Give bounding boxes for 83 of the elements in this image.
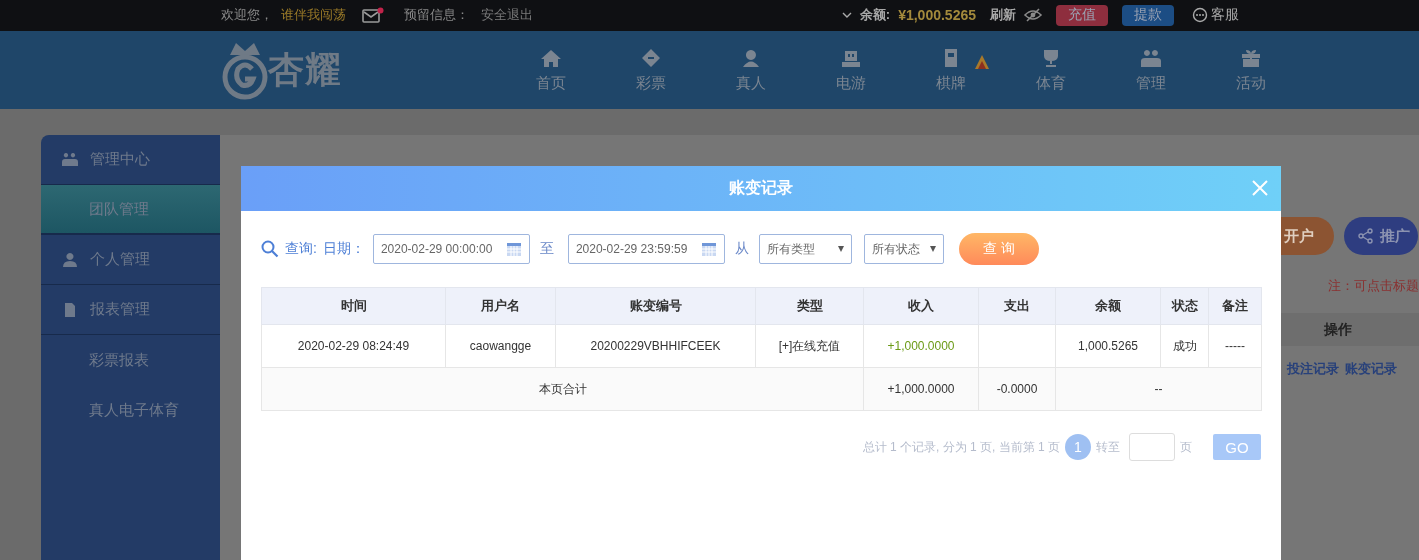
caret-icon [929, 246, 936, 252]
eye-hidden-icon[interactable] [1024, 8, 1042, 22]
search-icon [261, 240, 279, 258]
table-cell: caowangge [445, 324, 556, 368]
to-label: 至 [539, 240, 554, 258]
chevron-icon[interactable] [841, 11, 852, 19]
column-header: 状态 [1160, 287, 1209, 325]
pagination-summary: 总计 1 个记录, 分为 1 页, 当前第 1 页 [862, 438, 1060, 456]
deposit-button[interactable]: 充值 [1056, 4, 1108, 26]
table-cell: ----- [1208, 324, 1262, 368]
table-cell: 本页合计 [261, 367, 864, 411]
mail-icon[interactable] [362, 7, 384, 23]
column-header: 时间 [261, 287, 446, 325]
people-icon [1140, 47, 1162, 68]
nav-item[interactable]: 棋牌 [901, 47, 1001, 93]
table-cell: -0.0000 [978, 367, 1056, 411]
table-cell: +1,000.0000 [863, 324, 979, 368]
diamond-icon [640, 47, 662, 68]
withdraw-button[interactable]: 提款 [1122, 4, 1174, 26]
page-button[interactable]: 1 [1065, 434, 1091, 460]
record-link[interactable]: 投注记录 [1287, 360, 1339, 378]
chat-icon [1192, 7, 1208, 23]
end-date-field[interactable]: 2020-02-29 23:59:59 [567, 234, 725, 264]
nav-item[interactable]: 彩票 [601, 47, 701, 93]
reserved-info-label: 预留信息： [404, 6, 469, 24]
person-icon [740, 47, 762, 68]
date-label: 日期： [322, 240, 365, 258]
service-link[interactable]: 客服 [1192, 6, 1239, 24]
column-header: 备注 [1208, 287, 1262, 325]
nav-item[interactable]: 活动 [1201, 47, 1301, 93]
nav-item[interactable]: 电游 [801, 47, 901, 93]
column-header: 账变编号 [555, 287, 756, 325]
table-cell: +1,000.0000 [863, 367, 979, 411]
sidebar-item[interactable]: 彩票报表 [41, 335, 220, 385]
go-button[interactable]: GO [1213, 434, 1261, 460]
balance-label: 余额: [859, 6, 891, 24]
document-icon [62, 301, 78, 318]
status-dropdown[interactable]: 所有状态 [863, 234, 944, 264]
people-icon [62, 151, 78, 168]
page-unit: 页 [1180, 438, 1192, 456]
balance-amount: ¥1,000.5265 [898, 7, 976, 23]
promo-link-button[interactable]: 推广 [1344, 217, 1418, 255]
table-cell: 1,000.5265 [1055, 324, 1161, 368]
note-text: 注：可点击标题 [1328, 277, 1419, 295]
start-date-field[interactable]: 2020-02-29 00:00:00 [372, 234, 530, 264]
home-icon [540, 47, 562, 68]
record-link[interactable]: 账变记录 [1345, 360, 1397, 378]
sidebar-item[interactable]: 真人电子体育 [41, 385, 220, 435]
column-header: 收入 [863, 287, 979, 325]
person-icon [62, 251, 78, 268]
share-icon [1358, 228, 1374, 244]
table-cell: 成功 [1160, 324, 1209, 368]
refresh-link[interactable]: 刷新 [990, 6, 1016, 24]
nav-item[interactable]: 体育 [1001, 47, 1101, 93]
column-header: 支出 [978, 287, 1056, 325]
modal-title: 账变记录 [729, 178, 793, 198]
username-link[interactable]: 谁伴我闯荡 [281, 6, 346, 24]
sidebar-item[interactable]: 团队管理 [41, 185, 220, 235]
calendar-icon [505, 241, 522, 257]
column-header: 类型 [755, 287, 864, 325]
query-label: 查询: [285, 240, 317, 258]
open-account-button[interactable]: 开户 [1281, 217, 1334, 255]
table-cell: 2020-02-29 08:24:49 [261, 324, 446, 368]
nav-item[interactable]: 真人 [701, 47, 801, 93]
gift-icon [1240, 47, 1262, 68]
logout-link[interactable]: 安全退出 [481, 6, 533, 24]
query-button[interactable]: 查 询 [958, 233, 1039, 265]
table-cell: -- [1055, 367, 1262, 411]
nav-item[interactable]: 管理 [1101, 47, 1201, 93]
table-cell: [+]在线充值 [755, 324, 864, 368]
table-header: 操作 [1281, 313, 1419, 346]
goto-label: 转至 [1096, 438, 1120, 456]
table-cell: 20200229VBHHIFCEEK [555, 324, 756, 368]
page-input[interactable] [1129, 433, 1175, 461]
caret-icon [837, 246, 844, 252]
type-dropdown[interactable]: 所有类型 [758, 234, 852, 264]
column-header: 用户名 [445, 287, 556, 325]
logo[interactable]: 杏耀 [222, 37, 501, 103]
column-header: 余额 [1055, 287, 1161, 325]
from-label: 从 [734, 240, 749, 258]
greeting-text: 欢迎您， [221, 6, 273, 24]
calendar-icon [700, 241, 717, 257]
nav-item[interactable]: 首页 [501, 47, 601, 93]
